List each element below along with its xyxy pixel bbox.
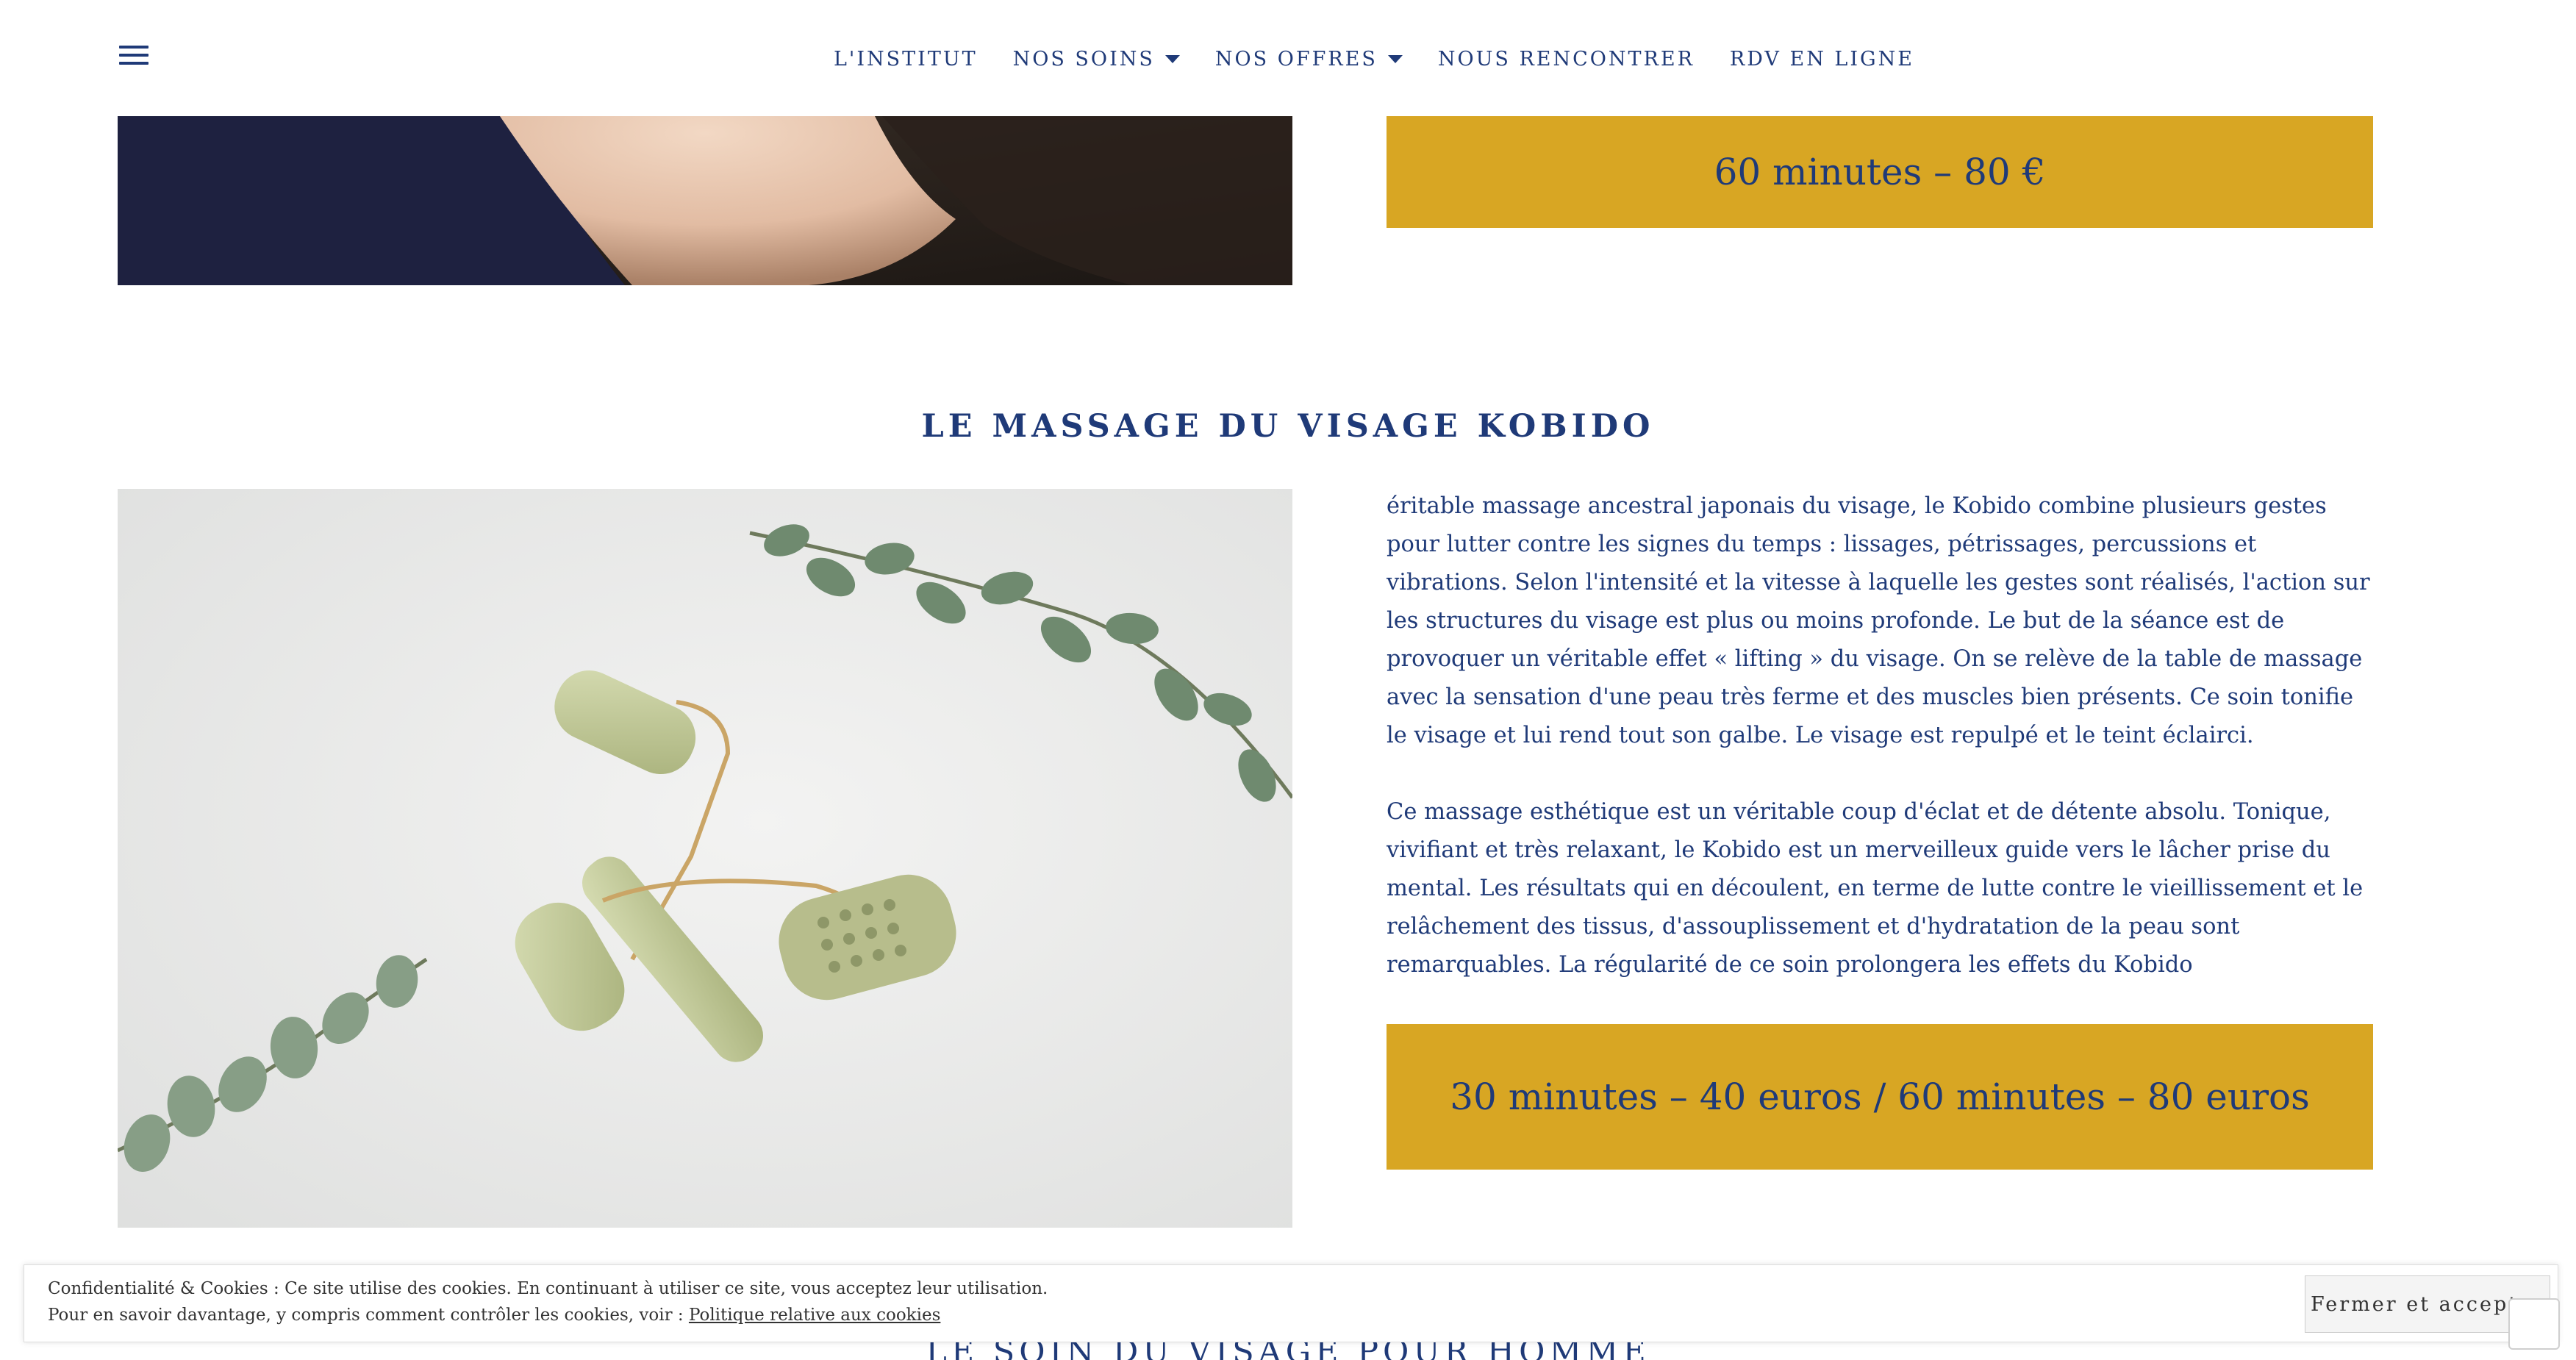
section-title-text: LE SOIN DU VISAGE POUR HOMME bbox=[0, 1342, 2576, 1360]
price-box-kobido: 30 minutes – 40 euros / 60 minutes – 80 … bbox=[1387, 1024, 2373, 1170]
nav-item-label[interactable]: RDV EN LIGNE bbox=[1730, 48, 1914, 71]
price-text: 60 minutes – 80 € bbox=[1714, 151, 2046, 193]
cookie-text: Confidentialité & Cookies : Ce site util… bbox=[48, 1275, 1048, 1328]
site-header: L'INSTITUT NOS SOINS NOS OFFRES NOUS REN… bbox=[0, 0, 2576, 116]
main-navigation: L'INSTITUT NOS SOINS NOS OFFRES NOUS REN… bbox=[834, 44, 1950, 74]
nav-item-nos-soins[interactable]: NOS SOINS bbox=[1013, 48, 1180, 71]
cookie-banner: Confidentialité & Cookies : Ce site util… bbox=[24, 1264, 2558, 1342]
price-text: 30 minutes – 40 euros / 60 minutes – 80 … bbox=[1450, 1076, 2310, 1118]
nav-item-label[interactable]: NOUS RENCONTRER bbox=[1438, 48, 1695, 71]
nav-item-nos-offres[interactable]: NOS OFFRES bbox=[1215, 48, 1403, 71]
kobido-description: éritable massage ancestral japonais du v… bbox=[1387, 487, 2375, 1023]
caret-down-icon[interactable] bbox=[1387, 54, 1403, 63]
price-box-top: 60 minutes – 80 € bbox=[1387, 116, 2373, 228]
hamburger-menu-icon[interactable] bbox=[119, 46, 151, 68]
nav-item-nous-rencontrer[interactable]: NOUS RENCONTRER bbox=[1438, 48, 1695, 71]
cookie-line-2: Pour en savoir davantage, y compris comm… bbox=[48, 1302, 1048, 1328]
nav-item-label[interactable]: NOS OFFRES bbox=[1215, 48, 1378, 71]
cookie-line-2-prefix: Pour en savoir davantage, y compris comm… bbox=[48, 1306, 689, 1325]
portrait-photo-illustration bbox=[118, 116, 1292, 285]
nav-item-rdv-en-ligne[interactable]: RDV EN LIGNE bbox=[1730, 48, 1914, 71]
cookie-policy-link[interactable]: Politique relative aux cookies bbox=[689, 1306, 940, 1325]
nav-item-institut[interactable]: L'INSTITUT bbox=[834, 48, 978, 71]
nav-item-label[interactable]: L'INSTITUT bbox=[834, 48, 978, 71]
kobido-paragraph-1: éritable massage ancestral japonais du v… bbox=[1387, 493, 2370, 748]
kobido-paragraph-2: Ce massage esthétique est un véritable c… bbox=[1387, 799, 2364, 978]
scroll-to-top-widget[interactable] bbox=[2508, 1298, 2560, 1350]
section-title-next: LE SOIN DU VISAGE POUR HOMME bbox=[0, 1342, 2576, 1360]
nav-item-label[interactable]: NOS SOINS bbox=[1013, 48, 1155, 71]
jade-roller-illustration bbox=[118, 489, 1292, 1228]
section-title-kobido: LE MASSAGE DU VISAGE KOBIDO bbox=[921, 408, 1655, 445]
caret-down-icon[interactable] bbox=[1164, 54, 1180, 63]
kobido-photo bbox=[118, 489, 1292, 1228]
top-section-photo bbox=[118, 116, 1292, 285]
cookie-line-1: Confidentialité & Cookies : Ce site util… bbox=[48, 1279, 1048, 1298]
